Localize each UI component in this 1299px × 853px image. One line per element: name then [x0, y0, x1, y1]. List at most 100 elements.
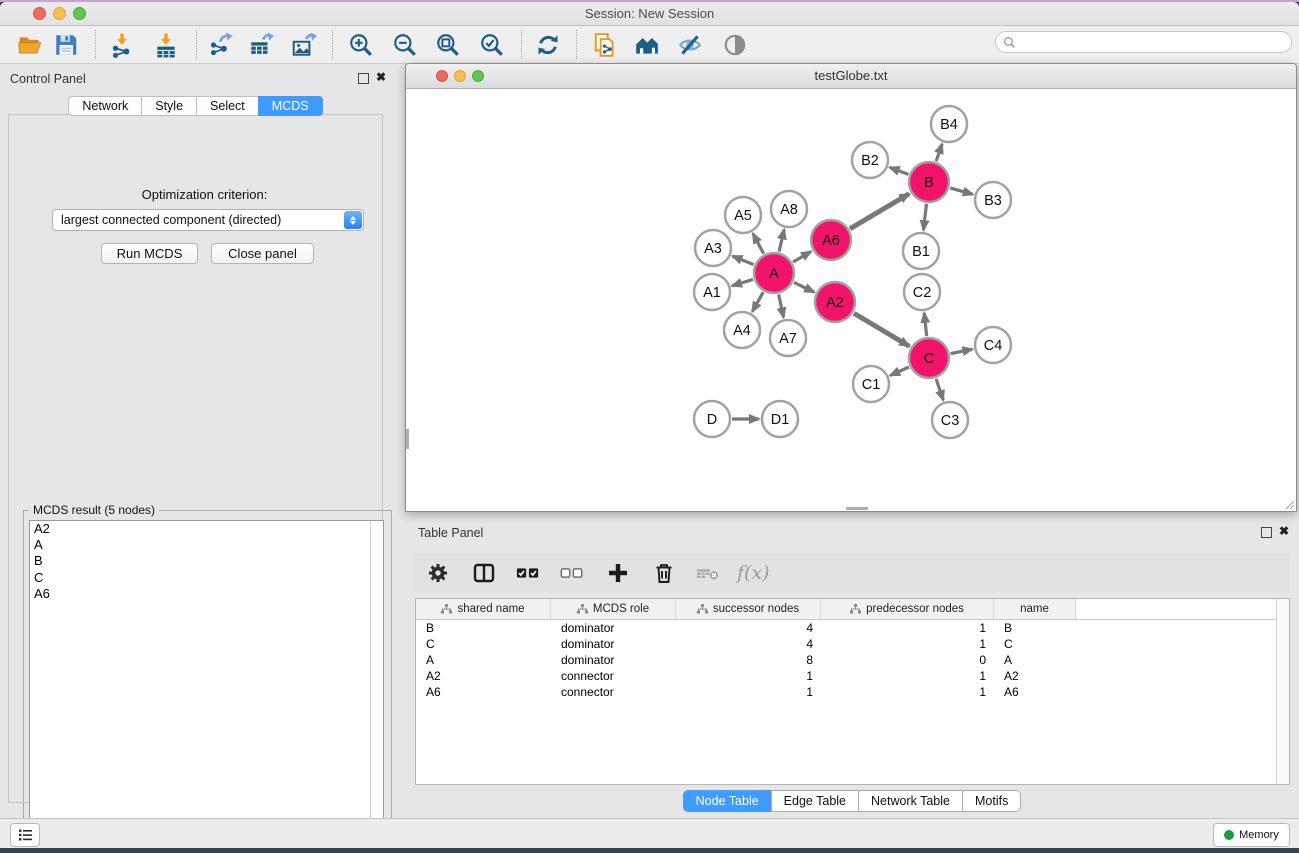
float-panel-icon[interactable] [358, 73, 369, 84]
network-graph-canvas[interactable]: AA1A2A3A4A5A6A7A8BB1B2B3B4CC1C2C3C4DD1 [407, 89, 1295, 512]
zoom-in-icon[interactable] [347, 31, 375, 59]
close-window-button[interactable] [33, 7, 46, 20]
vertical-scroll-thumb[interactable] [406, 429, 409, 449]
graph-node-C1[interactable]: C1 [853, 366, 889, 402]
export-image-icon[interactable] [290, 31, 318, 59]
criterion-select[interactable]: largest connected component (directed) [52, 209, 364, 231]
close-panel-icon[interactable]: ✖ [376, 72, 386, 82]
mcds-result-item[interactable]: A2 [30, 521, 383, 537]
float-table-panel-icon[interactable] [1261, 527, 1272, 538]
edge-A-A3[interactable] [732, 256, 753, 265]
table-cell[interactable]: 1 [821, 620, 994, 636]
graph-node-D[interactable]: D [694, 401, 730, 437]
graph-node-A4[interactable]: A4 [724, 312, 760, 348]
table-cell[interactable]: A6 [994, 684, 1076, 700]
table-cell[interactable]: dominator [551, 652, 676, 668]
minimize-network-button[interactable] [454, 70, 466, 82]
mcds-result-item[interactable]: C [30, 570, 383, 586]
resize-grip-icon[interactable] [1284, 499, 1295, 510]
tab-node-table[interactable]: Node Table [683, 790, 771, 812]
table-cell[interactable]: connector [551, 668, 676, 684]
table-settings-gear-icon[interactable] [425, 560, 451, 586]
tab-edge-table[interactable]: Edge Table [771, 790, 858, 812]
tab-network-table[interactable]: Network Table [858, 790, 962, 812]
graph-node-B3[interactable]: B3 [975, 182, 1011, 218]
close-panel-button[interactable]: Close panel [211, 243, 314, 264]
edge-A-A8[interactable] [779, 229, 784, 251]
show-graphics-details-icon[interactable] [721, 31, 749, 59]
table-row[interactable]: Adominator80A [416, 652, 1289, 668]
horizontal-scroll-thumb[interactable] [846, 507, 868, 510]
close-table-panel-icon[interactable]: ✖ [1279, 526, 1289, 536]
edge-A-A2[interactable] [794, 282, 814, 292]
edge-B-B4[interactable] [936, 144, 942, 161]
delete-columns-trash-icon[interactable] [651, 560, 677, 586]
graph-node-A6[interactable]: A6 [811, 220, 851, 260]
graph-node-B[interactable]: B [909, 162, 949, 202]
edge-B-B2[interactable] [890, 167, 909, 174]
graph-node-D1[interactable]: D1 [762, 401, 798, 437]
table-cell[interactable]: A2 [994, 668, 1076, 684]
graph-node-C4[interactable]: C4 [975, 327, 1011, 363]
edge-A-A4[interactable] [752, 292, 763, 312]
mcds-result-item[interactable]: B [30, 553, 383, 569]
table-cell[interactable]: connector [551, 684, 676, 700]
maximize-network-button[interactable] [472, 70, 484, 82]
column-header-MCDS-role[interactable]: MCDS role [551, 599, 676, 619]
table-row[interactable]: A6connector11A6 [416, 684, 1289, 700]
graph-node-A3[interactable]: A3 [695, 230, 731, 266]
table-row[interactable]: Cdominator41C [416, 636, 1289, 652]
run-mcds-button[interactable]: Run MCDS [101, 243, 198, 264]
table-cell[interactable]: 8 [676, 652, 821, 668]
save-session-icon[interactable] [52, 31, 80, 59]
graph-node-A[interactable]: A [754, 253, 794, 293]
table-cell[interactable]: B [994, 620, 1076, 636]
table-cell[interactable]: B [416, 620, 551, 636]
table-cell[interactable]: 1 [821, 684, 994, 700]
column-header-name[interactable]: name [994, 599, 1076, 619]
column-header-successor-nodes[interactable]: successor nodes [676, 599, 821, 619]
edge-A6-B[interactable] [850, 194, 909, 229]
create-column-plus-icon[interactable] [605, 560, 631, 586]
tab-network[interactable]: Network [68, 96, 141, 116]
table-cell[interactable]: A [994, 652, 1076, 668]
edge-B-B3[interactable] [950, 188, 973, 194]
table-row[interactable]: Bdominator41B [416, 620, 1289, 636]
welcome-screen-icon[interactable] [633, 31, 661, 59]
table-scrollbar[interactable] [1276, 599, 1289, 784]
tab-style[interactable]: Style [141, 96, 196, 116]
hide-graphics-details-icon[interactable] [676, 31, 704, 59]
export-table-icon[interactable] [247, 31, 275, 59]
table-cell[interactable]: 1 [676, 684, 821, 700]
graph-node-B4[interactable]: B4 [931, 106, 967, 142]
open-session-icon[interactable] [16, 31, 44, 59]
graph-node-B2[interactable]: B2 [852, 142, 888, 178]
graph-node-C3[interactable]: C3 [932, 402, 968, 438]
edge-C-C2[interactable] [924, 313, 926, 336]
task-history-button[interactable] [10, 823, 40, 847]
graph-node-A7[interactable]: A7 [770, 320, 806, 356]
edge-A2-C[interactable] [854, 313, 909, 346]
graph-node-A1[interactable]: A1 [694, 274, 730, 310]
graph-node-A8[interactable]: A8 [771, 191, 807, 227]
table-cell[interactable]: A6 [416, 684, 551, 700]
edge-C-C1[interactable] [890, 367, 909, 375]
search-input[interactable] [1016, 35, 1291, 49]
duplicate-network-icon[interactable] [591, 31, 619, 59]
mcds-result-item[interactable]: A [30, 537, 383, 553]
edge-A-A1[interactable] [732, 279, 753, 285]
column-header-predecessor-nodes[interactable]: predecessor nodes [821, 599, 994, 619]
refresh-layout-icon[interactable] [534, 31, 562, 59]
table-cell[interactable]: dominator [551, 620, 676, 636]
import-network-icon[interactable] [108, 31, 136, 59]
import-table-icon[interactable] [152, 31, 180, 59]
minimize-window-button[interactable] [53, 7, 66, 20]
network-window-titlebar[interactable]: testGlobe.txt [406, 64, 1296, 89]
unselect-all-columns-icon[interactable] [559, 560, 585, 586]
table-cell[interactable]: dominator [551, 636, 676, 652]
show-columns-icon[interactable] [471, 560, 497, 586]
export-network-icon[interactable] [206, 31, 234, 59]
table-row[interactable]: A2connector11A2 [416, 668, 1289, 684]
table-cell[interactable]: 1 [821, 636, 994, 652]
table-cell[interactable]: 4 [676, 636, 821, 652]
